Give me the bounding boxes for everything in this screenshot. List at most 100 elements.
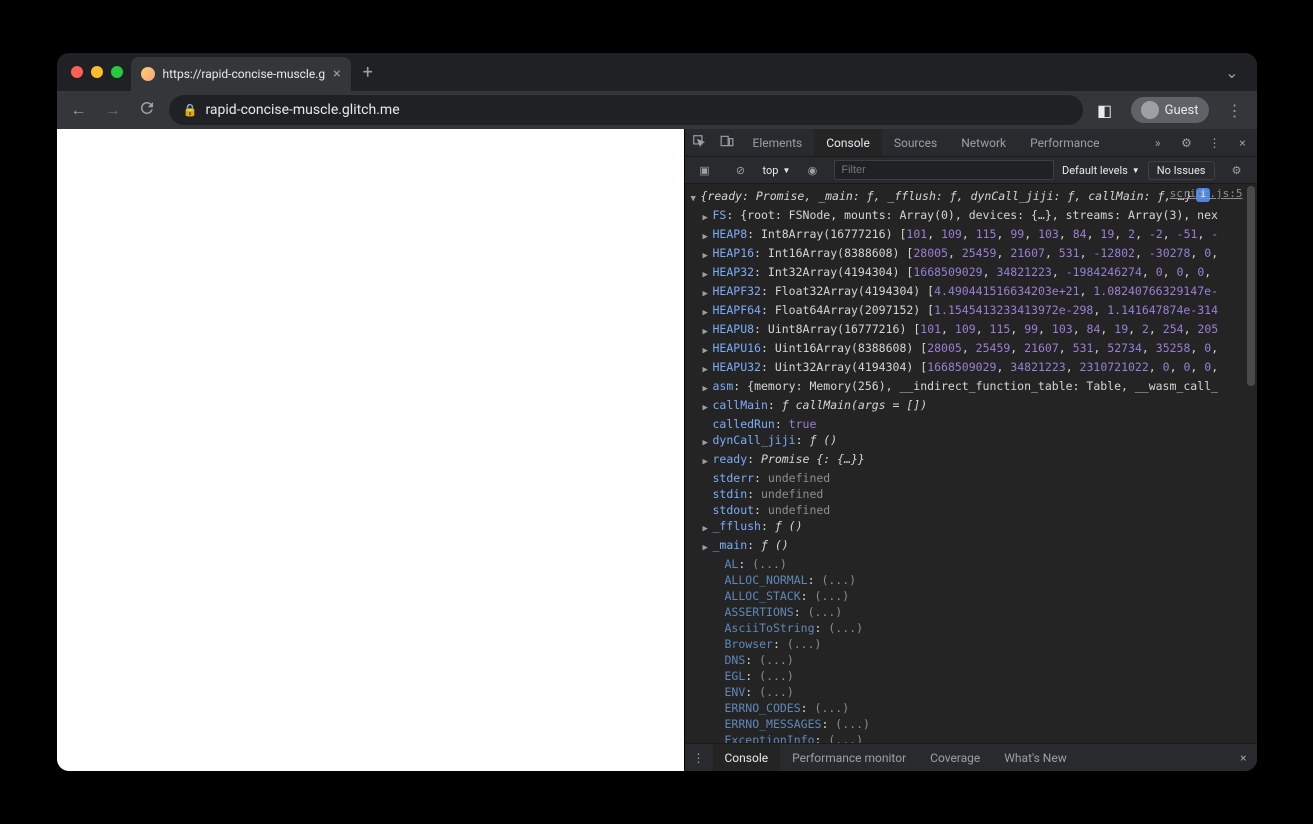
side-panel-button[interactable]: ◧ bbox=[1093, 101, 1117, 120]
console-property-row[interactable]: ready: Promise {: {…}} bbox=[691, 451, 1253, 470]
filter-input[interactable] bbox=[834, 160, 1054, 180]
console-property-row[interactable]: HEAPF64: Float64Array(2097152) [1.154541… bbox=[691, 302, 1253, 321]
console-property-row[interactable]: ERRNO_CODES: (...) bbox=[691, 700, 1253, 716]
levels-selector[interactable]: Default levels ▼ bbox=[1062, 164, 1140, 177]
maximize-window-button[interactable] bbox=[111, 66, 123, 78]
console-property-row[interactable]: HEAPF32: Float32Array(4194304) [4.490441… bbox=[691, 283, 1253, 302]
expand-toggle[interactable] bbox=[703, 397, 713, 416]
reload-button[interactable] bbox=[135, 99, 159, 121]
console-settings-icon[interactable]: ⚙ bbox=[1223, 164, 1251, 177]
device-mode-icon[interactable] bbox=[713, 134, 741, 151]
console-output[interactable]: script.js:5 {ready: Promise, _main: ƒ, _… bbox=[685, 184, 1257, 743]
url-text: rapid-concise-muscle.glitch.me bbox=[205, 102, 399, 118]
console-property-row[interactable]: FS: {root: FSNode, mounts: Array(0), dev… bbox=[691, 207, 1253, 226]
close-window-button[interactable] bbox=[71, 66, 83, 78]
menu-button[interactable]: ⋮ bbox=[1223, 101, 1247, 120]
forward-button[interactable]: → bbox=[101, 100, 125, 120]
drawer-close-button[interactable]: × bbox=[1230, 751, 1256, 765]
expand-toggle[interactable] bbox=[703, 226, 713, 245]
drawer-tab-console[interactable]: Console bbox=[713, 744, 781, 771]
console-property-row[interactable]: stdout: undefined bbox=[691, 502, 1253, 518]
devtools-tab-sources[interactable]: Sources bbox=[882, 129, 949, 156]
expand-toggle[interactable] bbox=[703, 537, 713, 556]
expand-toggle[interactable] bbox=[691, 188, 701, 207]
expand-toggle[interactable] bbox=[703, 283, 713, 302]
filter-field[interactable] bbox=[834, 160, 1054, 180]
console-property-row[interactable]: ALLOC_NORMAL: (...) bbox=[691, 572, 1253, 588]
devtools-tab-console[interactable]: Console bbox=[814, 129, 882, 156]
drawer-tab-coverage[interactable]: Coverage bbox=[918, 744, 992, 771]
window-controls bbox=[65, 66, 131, 78]
console-property-row[interactable]: callMain: ƒ callMain(args = []) bbox=[691, 397, 1253, 416]
console-property-row[interactable]: HEAPU16: Uint16Array(8388608) [28005, 25… bbox=[691, 340, 1253, 359]
tab-title: https://rapid-concise-muscle.g bbox=[163, 67, 326, 81]
expand-toggle[interactable] bbox=[703, 207, 713, 226]
console-property-row[interactable]: AL: (...) bbox=[691, 556, 1253, 572]
console-property-row[interactable]: ERRNO_MESSAGES: (...) bbox=[691, 716, 1253, 732]
devtools-close-button[interactable]: × bbox=[1229, 136, 1257, 150]
drawer-menu-button[interactable]: ⋮ bbox=[685, 751, 713, 765]
console-property-row[interactable]: Browser: (...) bbox=[691, 636, 1253, 652]
profile-button[interactable]: Guest bbox=[1131, 97, 1209, 123]
more-tabs-button[interactable]: » bbox=[1143, 136, 1173, 150]
console-property-row[interactable]: HEAP32: Int32Array(4194304) [1668509029,… bbox=[691, 264, 1253, 283]
console-property-row[interactable]: HEAP16: Int16Array(8388608) [28005, 2545… bbox=[691, 245, 1253, 264]
drawer-tab-what-s-new[interactable]: What's New bbox=[992, 744, 1078, 771]
console-property-row[interactable]: HEAPU8: Uint8Array(16777216) [101, 109, … bbox=[691, 321, 1253, 340]
expand-toggle[interactable] bbox=[703, 302, 713, 321]
console-property-row[interactable]: dynCall_jiji: ƒ () bbox=[691, 432, 1253, 451]
expand-toggle[interactable] bbox=[703, 340, 713, 359]
console-property-row[interactable]: DNS: (...) bbox=[691, 652, 1253, 668]
context-selector[interactable]: top ▼ bbox=[763, 164, 791, 177]
console-property-row[interactable]: stdin: undefined bbox=[691, 486, 1253, 502]
tab-list-button[interactable]: ⌄ bbox=[1215, 63, 1248, 82]
devtools-panel: ElementsConsoleSourcesNetworkPerformance… bbox=[684, 129, 1257, 771]
devtools-tab-elements[interactable]: Elements bbox=[741, 129, 815, 156]
console-property-row[interactable]: _fflush: ƒ () bbox=[691, 518, 1253, 537]
content-area: ElementsConsoleSourcesNetworkPerformance… bbox=[57, 129, 1257, 771]
console-property-row[interactable]: stderr: undefined bbox=[691, 470, 1253, 486]
expand-toggle[interactable] bbox=[703, 359, 713, 378]
console-property-row[interactable]: _main: ƒ () bbox=[691, 537, 1253, 556]
browser-tab[interactable]: https://rapid-concise-muscle.g × bbox=[131, 57, 351, 91]
back-button[interactable]: ← bbox=[67, 100, 91, 120]
console-property-row[interactable]: ALLOC_STACK: (...) bbox=[691, 588, 1253, 604]
console-property-row[interactable]: EGL: (...) bbox=[691, 668, 1253, 684]
console-property-row[interactable]: AsciiToString: (...) bbox=[691, 620, 1253, 636]
avatar-icon bbox=[1141, 101, 1159, 119]
devtools-drawer: ⋮ ConsolePerformance monitorCoverageWhat… bbox=[685, 743, 1257, 771]
source-link[interactable]: script.js:5 bbox=[1170, 186, 1243, 202]
minimize-window-button[interactable] bbox=[91, 66, 103, 78]
console-property-row[interactable]: calledRun: true bbox=[691, 416, 1253, 432]
expand-toggle[interactable] bbox=[703, 378, 713, 397]
new-tab-button[interactable]: + bbox=[351, 62, 385, 83]
issues-button[interactable]: No Issues bbox=[1148, 161, 1215, 180]
devtools-menu-button[interactable]: ⋮ bbox=[1201, 136, 1229, 150]
settings-icon[interactable]: ⚙ bbox=[1173, 136, 1201, 150]
console-property-row[interactable]: HEAPU32: Uint32Array(4194304) [166850902… bbox=[691, 359, 1253, 378]
address-bar[interactable]: 🔒 rapid-concise-muscle.glitch.me bbox=[169, 95, 1083, 125]
expand-toggle[interactable] bbox=[703, 432, 713, 451]
devtools-tab-network[interactable]: Network bbox=[949, 129, 1018, 156]
live-expression-icon[interactable]: ◉ bbox=[798, 164, 826, 177]
expand-toggle[interactable] bbox=[703, 321, 713, 340]
object-summary[interactable]: {ready: Promise, _main: ƒ, _fflush: ƒ, d… bbox=[701, 188, 1193, 204]
tab-close-button[interactable]: × bbox=[333, 66, 340, 82]
console-property-row[interactable]: HEAP8: Int8Array(16777216) [101, 109, 11… bbox=[691, 226, 1253, 245]
expand-toggle[interactable] bbox=[703, 451, 713, 470]
expand-toggle[interactable] bbox=[703, 518, 713, 537]
expand-toggle[interactable] bbox=[703, 245, 713, 264]
drawer-tab-performance-monitor[interactable]: Performance monitor bbox=[780, 744, 918, 771]
console-property-row[interactable]: asm: {memory: Memory(256), __indirect_fu… bbox=[691, 378, 1253, 397]
console-property-row[interactable]: ASSERTIONS: (...) bbox=[691, 604, 1253, 620]
console-property-row[interactable]: ExceptionInfo: (...) bbox=[691, 732, 1253, 743]
inspect-icon[interactable] bbox=[685, 134, 713, 151]
scrollbar[interactable] bbox=[1247, 186, 1255, 386]
console-property-row[interactable]: ENV: (...) bbox=[691, 684, 1253, 700]
clear-console-icon[interactable]: ⊘ bbox=[727, 164, 755, 177]
sidebar-toggle-icon[interactable]: ▣ bbox=[691, 164, 719, 177]
tab-strip: https://rapid-concise-muscle.g × + ⌄ bbox=[57, 53, 1257, 91]
devtools-tab-performance[interactable]: Performance bbox=[1018, 129, 1111, 156]
expand-toggle[interactable] bbox=[703, 264, 713, 283]
page-viewport[interactable] bbox=[57, 129, 684, 771]
